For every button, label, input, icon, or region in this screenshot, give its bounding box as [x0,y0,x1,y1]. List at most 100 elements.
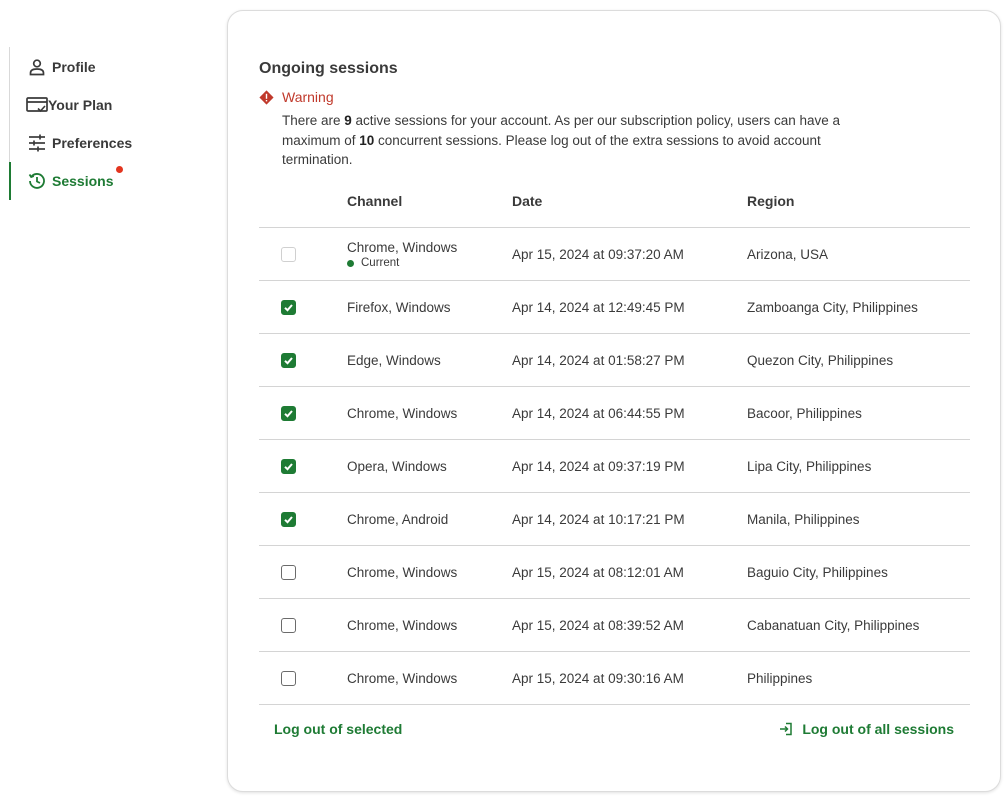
checkbox-cell [281,599,296,652]
date-cell: Apr 14, 2024 at 12:49:45 PM [512,300,685,315]
row-checkbox[interactable] [281,459,296,474]
date-cell: Apr 14, 2024 at 09:37:19 PM [512,459,685,474]
channel-text: Chrome, Windows [347,406,458,421]
sidebar-item-preferences[interactable]: Preferences [26,132,132,154]
channel-text: Chrome, Windows [347,240,458,255]
channel-cell: Chrome, Windows [347,599,457,652]
card-icon [26,94,48,116]
channel-text: Chrome, Windows [347,618,458,633]
check-icon [284,357,293,365]
current-label: Current [361,257,400,269]
status-dot-icon [347,259,354,267]
table-row: Opera, Windows Apr 14, 2024 at 09:37:19 P… [259,440,970,493]
check-icon [284,410,293,418]
region-cell: Zamboanga City, Philippines [747,300,918,315]
active-count: 9 [344,113,352,128]
channel-cell: Edge, Windows [347,334,441,387]
sidebar-item-label: Preferences [52,135,133,151]
region-cell: Manila, Philippines [747,512,860,527]
channel-cell: Chrome, Windows [347,387,457,440]
checkbox-cell [281,652,296,705]
channel-text: Firefox, Windows [347,300,451,315]
row-checkbox[interactable] [281,406,296,421]
column-header-date: Date [512,193,543,209]
date-cell: Apr 14, 2024 at 06:44:55 PM [512,406,685,421]
sliders-icon [26,132,48,154]
warning-icon [259,89,274,105]
sidebar-item-sessions[interactable]: Sessions [26,166,123,192]
channel-cell: Opera, Windows [347,440,447,493]
region-cell: Cabanatuan City, Philippines [747,618,920,633]
logout-icon [779,722,793,736]
sidebar-item-your-plan[interactable]: Your Plan [26,94,112,116]
history-icon [26,170,48,192]
column-header-channel: Channel [347,193,403,209]
sessions-table: Channel Date Region Chrome, Windows Curre… [259,175,970,705]
active-indicator [9,162,11,200]
channel-cell: Chrome, Windows [347,652,457,705]
date-cell: Apr 15, 2024 at 09:37:20 AM [512,247,684,262]
sidebar-item-profile[interactable]: Profile [26,56,96,78]
notification-badge [116,166,123,173]
sidebar: Profile Your Plan Preferences Sessions [9,47,209,200]
row-checkbox[interactable] [281,300,296,315]
region-cell: Philippines [747,671,813,686]
warning-header: Warning [259,89,334,105]
channel-text: Chrome, Android [347,512,449,527]
max-count: 10 [359,132,375,148]
check-icon [284,304,293,312]
column-header-region: Region [747,193,795,209]
table-row: Chrome, Android Apr 14, 2024 at 10:17:21 … [259,493,970,546]
checkbox-cell [281,228,296,281]
check-icon [284,463,293,471]
region-cell: Arizona, USA [747,247,829,262]
date-cell: Apr 15, 2024 at 09:30:16 AM [512,671,684,686]
row-checkbox[interactable] [281,565,296,580]
date-cell: Apr 15, 2024 at 08:12:01 AM [512,565,684,580]
region-cell: Quezon City, Philippines [747,353,894,368]
channel-text: Chrome, Windows [347,565,458,580]
region-cell: Bacoor, Philippines [747,406,862,421]
row-checkbox[interactable] [281,618,296,633]
logout-selected-button[interactable]: Log out of selected [274,721,402,737]
channel-cell: Firefox, Windows [347,281,451,334]
channel-text: Opera, Windows [347,459,447,474]
warning-message: There are 9 active sessions for your acc… [282,113,841,167]
checkbox-cell [281,387,296,440]
page-title: Ongoing sessions [259,60,398,77]
sessions-card: Ongoing sessions Warning There are 9 act… [227,10,1001,792]
channel-cell: Chrome, Android [347,493,448,546]
channel-text: Chrome, Windows [347,671,458,686]
date-cell: Apr 14, 2024 at 10:17:21 PM [512,512,685,527]
check-icon [284,516,293,524]
sidebar-item-label: Your Plan [48,97,113,113]
region-cell: Lipa City, Philippines [747,459,872,474]
row-checkbox[interactable] [281,512,296,527]
warning-label: Warning [282,89,334,105]
table-row: Chrome, Windows Current Apr 15, 2024 at 09… [259,228,970,281]
table-row: Firefox, Windows Apr 14, 2024 at 12:49:45… [259,281,970,334]
checkbox-cell [281,440,296,493]
current-session-badge: Current [347,257,457,269]
date-cell: Apr 14, 2024 at 01:58:27 PM [512,353,685,368]
row-checkbox [281,247,296,262]
row-checkbox[interactable] [281,353,296,368]
sidebar-item-label: Profile [52,59,96,75]
row-checkbox[interactable] [281,671,296,686]
channel-cell: Chrome, Windows [347,546,457,599]
logout-all-button[interactable]: Log out of all sessions [779,721,954,737]
checkbox-cell [281,546,296,599]
checkbox-cell [281,334,296,387]
channel-cell: Chrome, Windows Current [347,228,457,281]
table-row: Edge, Windows Apr 14, 2024 at 01:58:27 PM… [259,334,970,387]
table-row: Chrome, Windows Apr 14, 2024 at 06:44:55 … [259,387,970,440]
region-cell: Baguio City, Philippines [747,565,888,580]
date-cell: Apr 15, 2024 at 08:39:52 AM [512,618,684,633]
checkbox-cell [281,493,296,546]
table-row: Chrome, Windows Apr 15, 2024 at 09:30:16 … [259,652,970,705]
user-icon [26,56,48,78]
checkbox-cell [281,281,296,334]
sidebar-item-label: Sessions [52,173,114,189]
logout-all-label: Log out of all sessions [802,721,954,737]
table-row: Chrome, Windows Apr 15, 2024 at 08:12:01 … [259,546,970,599]
